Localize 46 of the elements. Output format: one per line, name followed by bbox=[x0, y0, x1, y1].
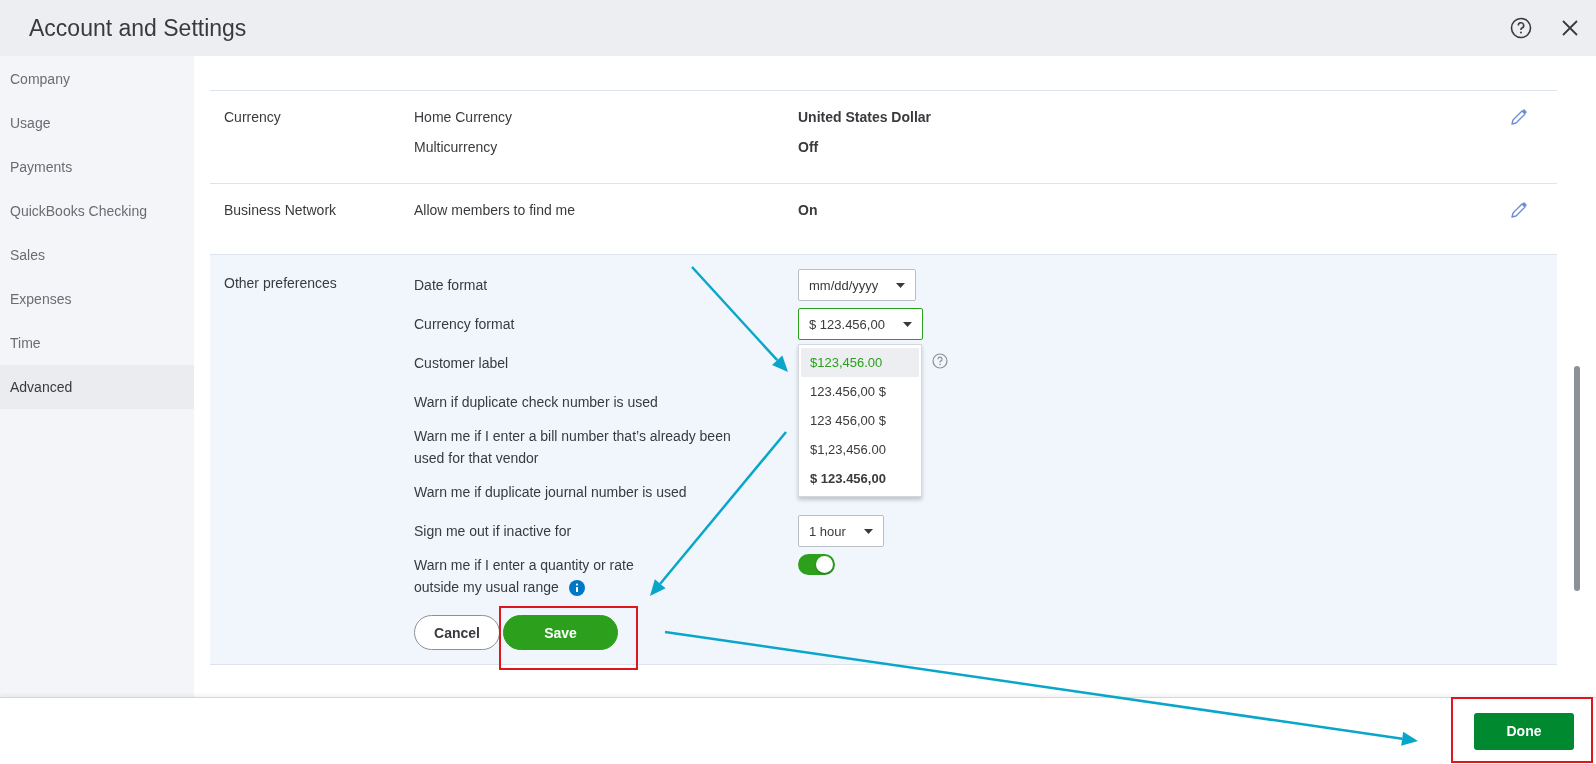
help-button[interactable] bbox=[1510, 17, 1532, 39]
setting-label: Warn if duplicate check number is used bbox=[414, 393, 658, 412]
sidebar-item[interactable]: Expenses bbox=[0, 277, 194, 321]
window-title: Account and Settings bbox=[29, 14, 248, 42]
section-title: Other preferences bbox=[224, 274, 338, 293]
setting-label: Currency format bbox=[414, 315, 515, 334]
setting-label: Warn me if duplicate journal number is used bbox=[414, 483, 687, 502]
cancel-button[interactable]: Cancel bbox=[414, 615, 500, 650]
caret-icon bbox=[896, 282, 906, 288]
setting-label: Warn me if I enter a quantity or rate outside my usual range bbox=[414, 556, 635, 598]
sidebar-item[interactable]: Advanced bbox=[0, 365, 194, 409]
sidebar-item[interactable]: Time bbox=[0, 321, 194, 365]
caret-icon bbox=[863, 528, 873, 534]
sidebar-item[interactable]: Usage bbox=[0, 101, 194, 145]
scrollbar-thumb[interactable] bbox=[1573, 366, 1580, 591]
dropdown-select[interactable]: 1 hour bbox=[798, 515, 884, 547]
section-title: Business Network bbox=[224, 201, 338, 220]
setting-value: On bbox=[798, 201, 818, 220]
pencil-icon bbox=[1509, 107, 1529, 127]
setting-label: Date format bbox=[414, 276, 488, 295]
section-title: Currency bbox=[224, 108, 282, 127]
setting-label: Sign me out if inactive for bbox=[414, 522, 572, 541]
edit-button[interactable] bbox=[1509, 107, 1529, 127]
edit-button[interactable] bbox=[1509, 200, 1529, 220]
sidebar-item[interactable]: Company bbox=[0, 57, 194, 101]
setting-label: Customer label bbox=[414, 354, 509, 373]
setting-label: Warn me if I enter a bill number that’s already been used for that vendor bbox=[414, 427, 732, 468]
sidebar-item[interactable]: Payments bbox=[0, 145, 194, 189]
setting-label: Allow members to find me bbox=[414, 201, 577, 220]
dropdown-option[interactable]: $123,456.00 bbox=[801, 348, 919, 377]
setting-label: Home Currency bbox=[414, 108, 514, 127]
caret-icon bbox=[902, 321, 912, 327]
setting-value: United States Dollar bbox=[798, 108, 932, 127]
close-button[interactable] bbox=[1562, 20, 1578, 36]
setting-value: Off bbox=[798, 138, 819, 157]
dropdown-select[interactable]: mm/dd/yyyy bbox=[798, 269, 917, 301]
help-icon[interactable] bbox=[932, 353, 948, 369]
save-button[interactable]: Save bbox=[503, 615, 618, 650]
toggle-switch[interactable] bbox=[798, 554, 835, 575]
sidebar-item[interactable]: Sales bbox=[0, 233, 194, 277]
done-button[interactable]: Done bbox=[1474, 712, 1574, 750]
dropdown-select[interactable]: $ 123.456,00 bbox=[798, 308, 923, 340]
info-icon[interactable] bbox=[568, 580, 585, 596]
setting-label: Multicurrency bbox=[414, 138, 499, 157]
pencil-icon bbox=[1509, 200, 1529, 220]
sidebar-item[interactable]: QuickBooks Checking bbox=[0, 189, 194, 233]
